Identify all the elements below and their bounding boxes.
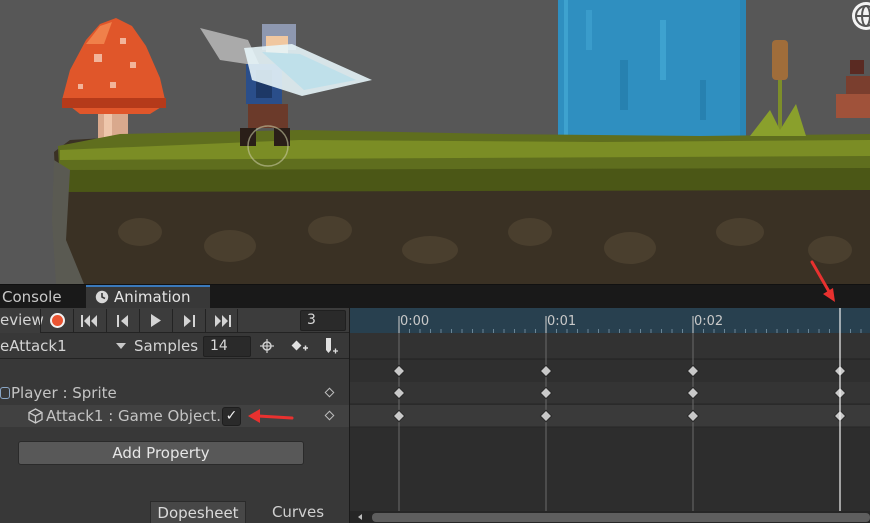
keyframe-toggle-icon[interactable]	[324, 410, 335, 421]
add-property-button[interactable]: Add Property	[18, 441, 304, 465]
window-tab-bar: Console Animation	[0, 284, 870, 309]
next-keyframe-button[interactable]	[172, 309, 205, 332]
tab-animation[interactable]: Animation	[86, 285, 210, 309]
scene-artwork	[52, 0, 870, 284]
samples-field[interactable]: 14	[203, 336, 251, 357]
tab-dopesheet[interactable]: Dopesheet	[150, 501, 246, 523]
preview-button[interactable]: eview	[0, 308, 44, 333]
clip-row: eAttack1 Samples 14	[0, 333, 349, 359]
previous-keyframe-button[interactable]	[106, 309, 139, 332]
add-event-button[interactable]	[316, 335, 346, 357]
cube-icon	[28, 408, 43, 424]
property-row-attack1[interactable]: Attack1 : Game Object.I ✓	[0, 405, 349, 427]
property-row-player-sprite[interactable]: Player : Sprite	[0, 382, 349, 404]
mushroom-sprite	[62, 18, 166, 146]
ruler-label: 0:01	[547, 314, 577, 329]
filter-by-selection-button[interactable]	[252, 335, 282, 357]
waterfall-sprite	[558, 0, 746, 146]
property-label: Player : Sprite	[11, 384, 117, 402]
samples-label: Samples	[134, 337, 199, 355]
play-icon	[151, 314, 161, 327]
enemy-sprite	[836, 60, 870, 118]
globe-gizmo-icon	[852, 2, 870, 30]
tab-curves[interactable]: Curves	[248, 501, 348, 523]
skip-to-end-icon	[214, 314, 231, 327]
summary-lane	[350, 360, 870, 382]
tab-console[interactable]: Console	[2, 285, 84, 309]
property-label: Attack1 : Game Object.I	[46, 407, 226, 425]
active-checkbox[interactable]: ✓	[222, 407, 241, 426]
keyframe-toggle-icon[interactable]	[324, 387, 335, 398]
step-forward-icon	[184, 314, 195, 327]
record-icon	[49, 313, 65, 328]
animation-hierarchy-panel: eview 3 eAttack1 Samples 14 Player: Spr…	[0, 308, 349, 523]
skip-to-start-icon	[81, 314, 97, 327]
timeline-graphics	[350, 308, 870, 523]
ground-platform	[52, 130, 870, 284]
clock-icon	[95, 290, 109, 304]
event-lane	[350, 333, 870, 359]
ruler-label: 0:00	[400, 314, 430, 329]
crosshair-icon	[260, 339, 274, 353]
play-button[interactable]	[139, 309, 172, 332]
add-keyframe-icon	[291, 340, 308, 351]
playback-toolbar: eview 3	[0, 308, 349, 333]
chevron-down-icon	[116, 343, 126, 349]
step-back-icon	[117, 314, 128, 327]
add-event-icon	[326, 338, 338, 354]
record-button[interactable]	[40, 309, 73, 332]
view-mode-tabs: Dopesheet Curves	[0, 501, 349, 523]
add-keyframe-button[interactable]	[284, 335, 314, 357]
tab-animation-label: Animation	[114, 288, 191, 306]
scrollbar-thumb	[372, 513, 870, 522]
first-keyframe-button[interactable]	[73, 309, 106, 332]
scene-view[interactable]	[0, 0, 870, 284]
sprite-renderer-icon	[0, 387, 10, 399]
clip-name: eAttack1	[0, 337, 67, 355]
current-frame-field[interactable]: 3	[300, 310, 346, 331]
attack-lane	[350, 405, 870, 427]
player-lane	[350, 382, 870, 404]
ruler-label: 0:02	[694, 314, 724, 329]
clip-dropdown[interactable]: eAttack1	[0, 333, 130, 359]
dopesheet-timeline[interactable]: 0:00 0:01 0:02	[350, 308, 870, 523]
last-keyframe-button[interactable]	[205, 309, 238, 332]
cattail-sprite	[750, 40, 806, 136]
